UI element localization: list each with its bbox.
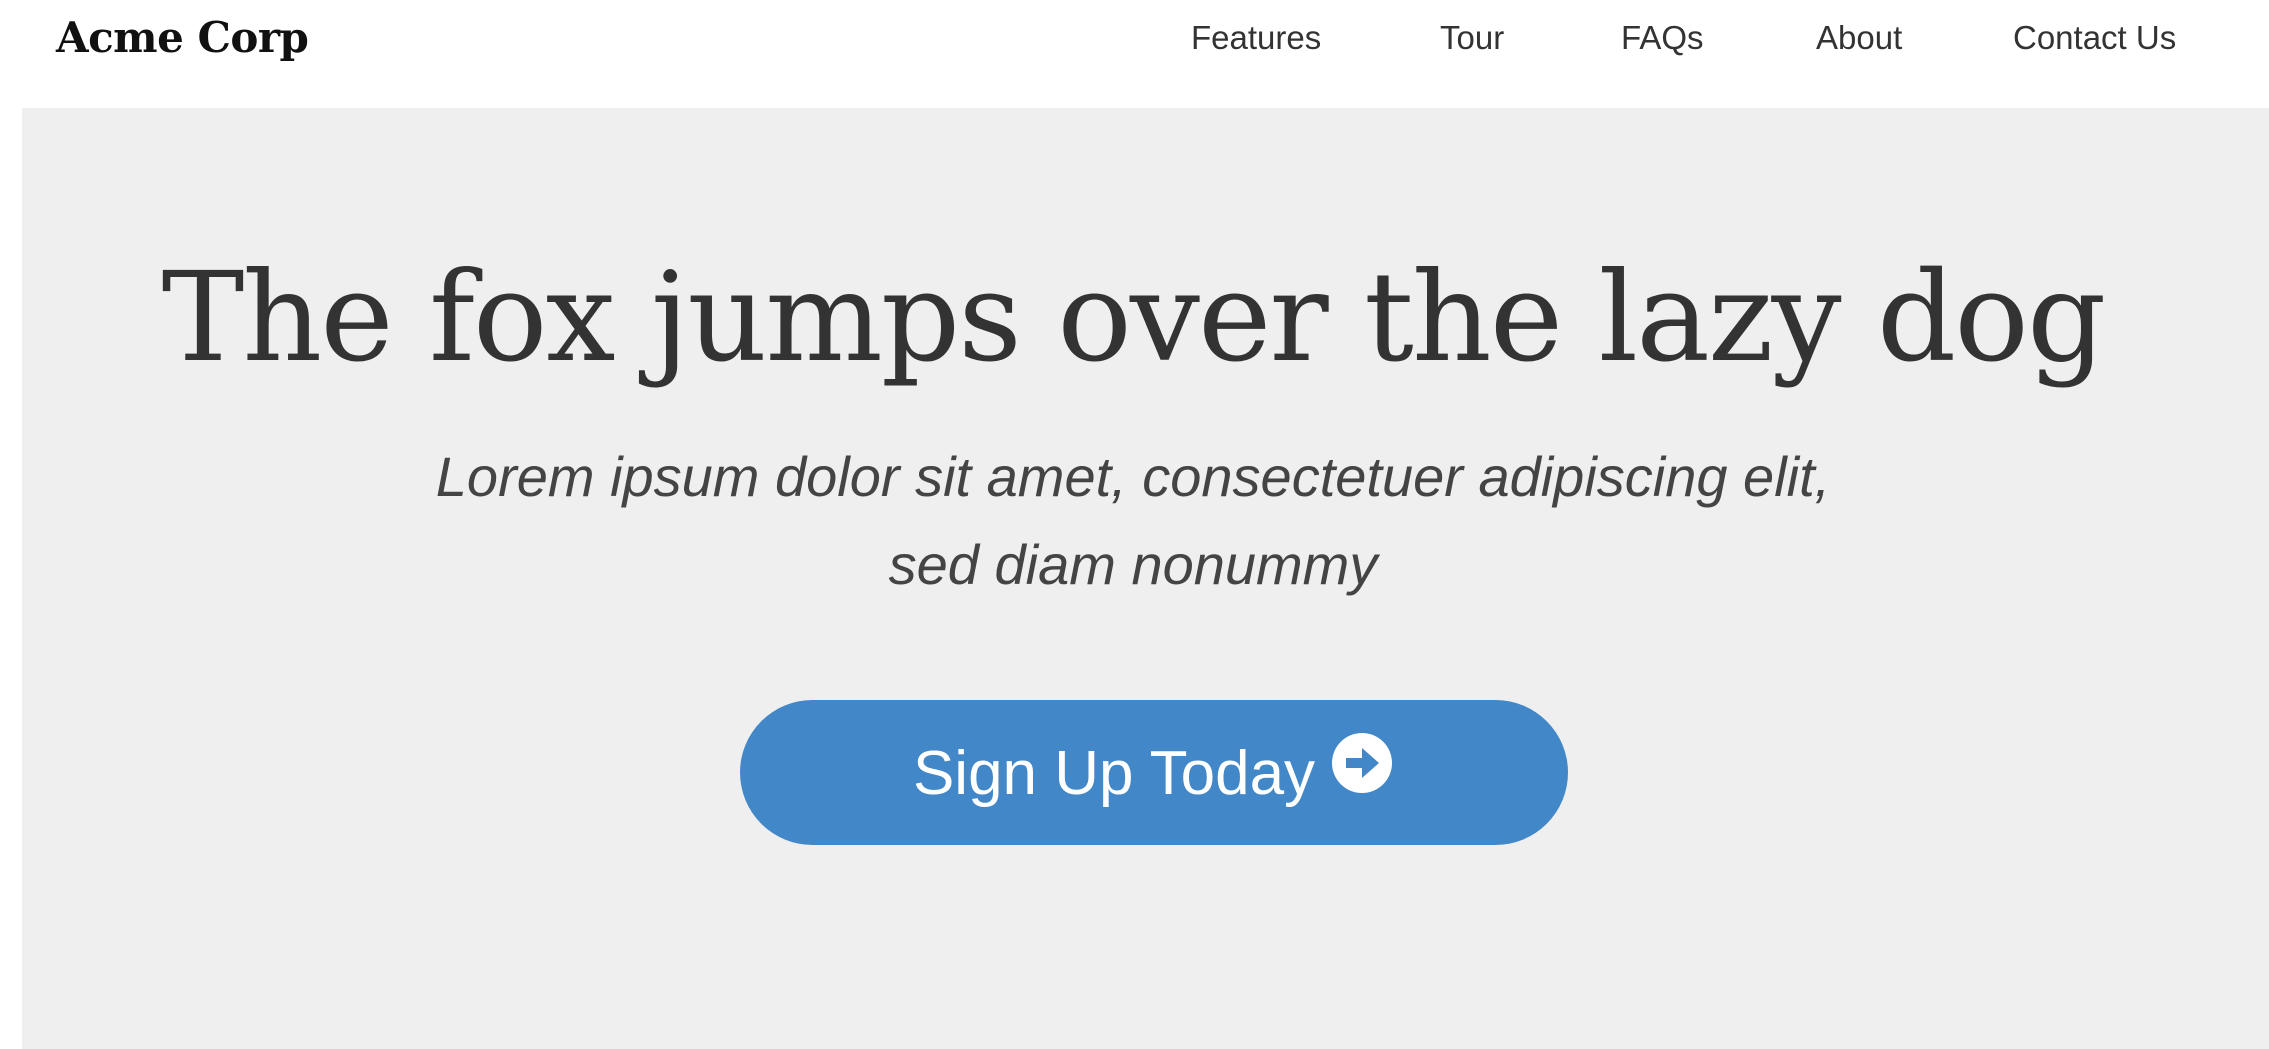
nav-item-features[interactable]: Features bbox=[1191, 8, 1321, 68]
sign-up-button-label: Sign Up Today bbox=[912, 739, 1316, 809]
arrow-right-circle-icon bbox=[1332, 732, 1393, 793]
hero-section: The fox jumps over the lazy dog Lorem ip… bbox=[22, 108, 2269, 1049]
hero-subtitle: Lorem ipsum dolor sit amet, consectetuer… bbox=[0, 433, 2266, 609]
nav-item-faqs[interactable]: FAQs bbox=[1621, 8, 1704, 68]
nav-item-tour[interactable]: Tour bbox=[1440, 8, 1504, 68]
nav-item-about[interactable]: About bbox=[1816, 8, 1902, 68]
top-navbar: Acme Corp Features Tour FAQs About Conta… bbox=[0, 0, 2269, 108]
hero-subtitle-line-1: Lorem ipsum dolor sit amet, consectetuer… bbox=[435, 445, 1831, 508]
brand-logo[interactable]: Acme Corp bbox=[56, 8, 309, 68]
nav-item-contact-us[interactable]: Contact Us bbox=[2013, 8, 2176, 68]
hero-subtitle-line-2: sed diam nonummy bbox=[888, 533, 1378, 596]
sign-up-button[interactable]: Sign Up Today bbox=[740, 700, 1568, 845]
hero-title: The fox jumps over the lazy dog bbox=[161, 246, 2107, 390]
landing-page: Acme Corp Features Tour FAQs About Conta… bbox=[0, 0, 2269, 1049]
